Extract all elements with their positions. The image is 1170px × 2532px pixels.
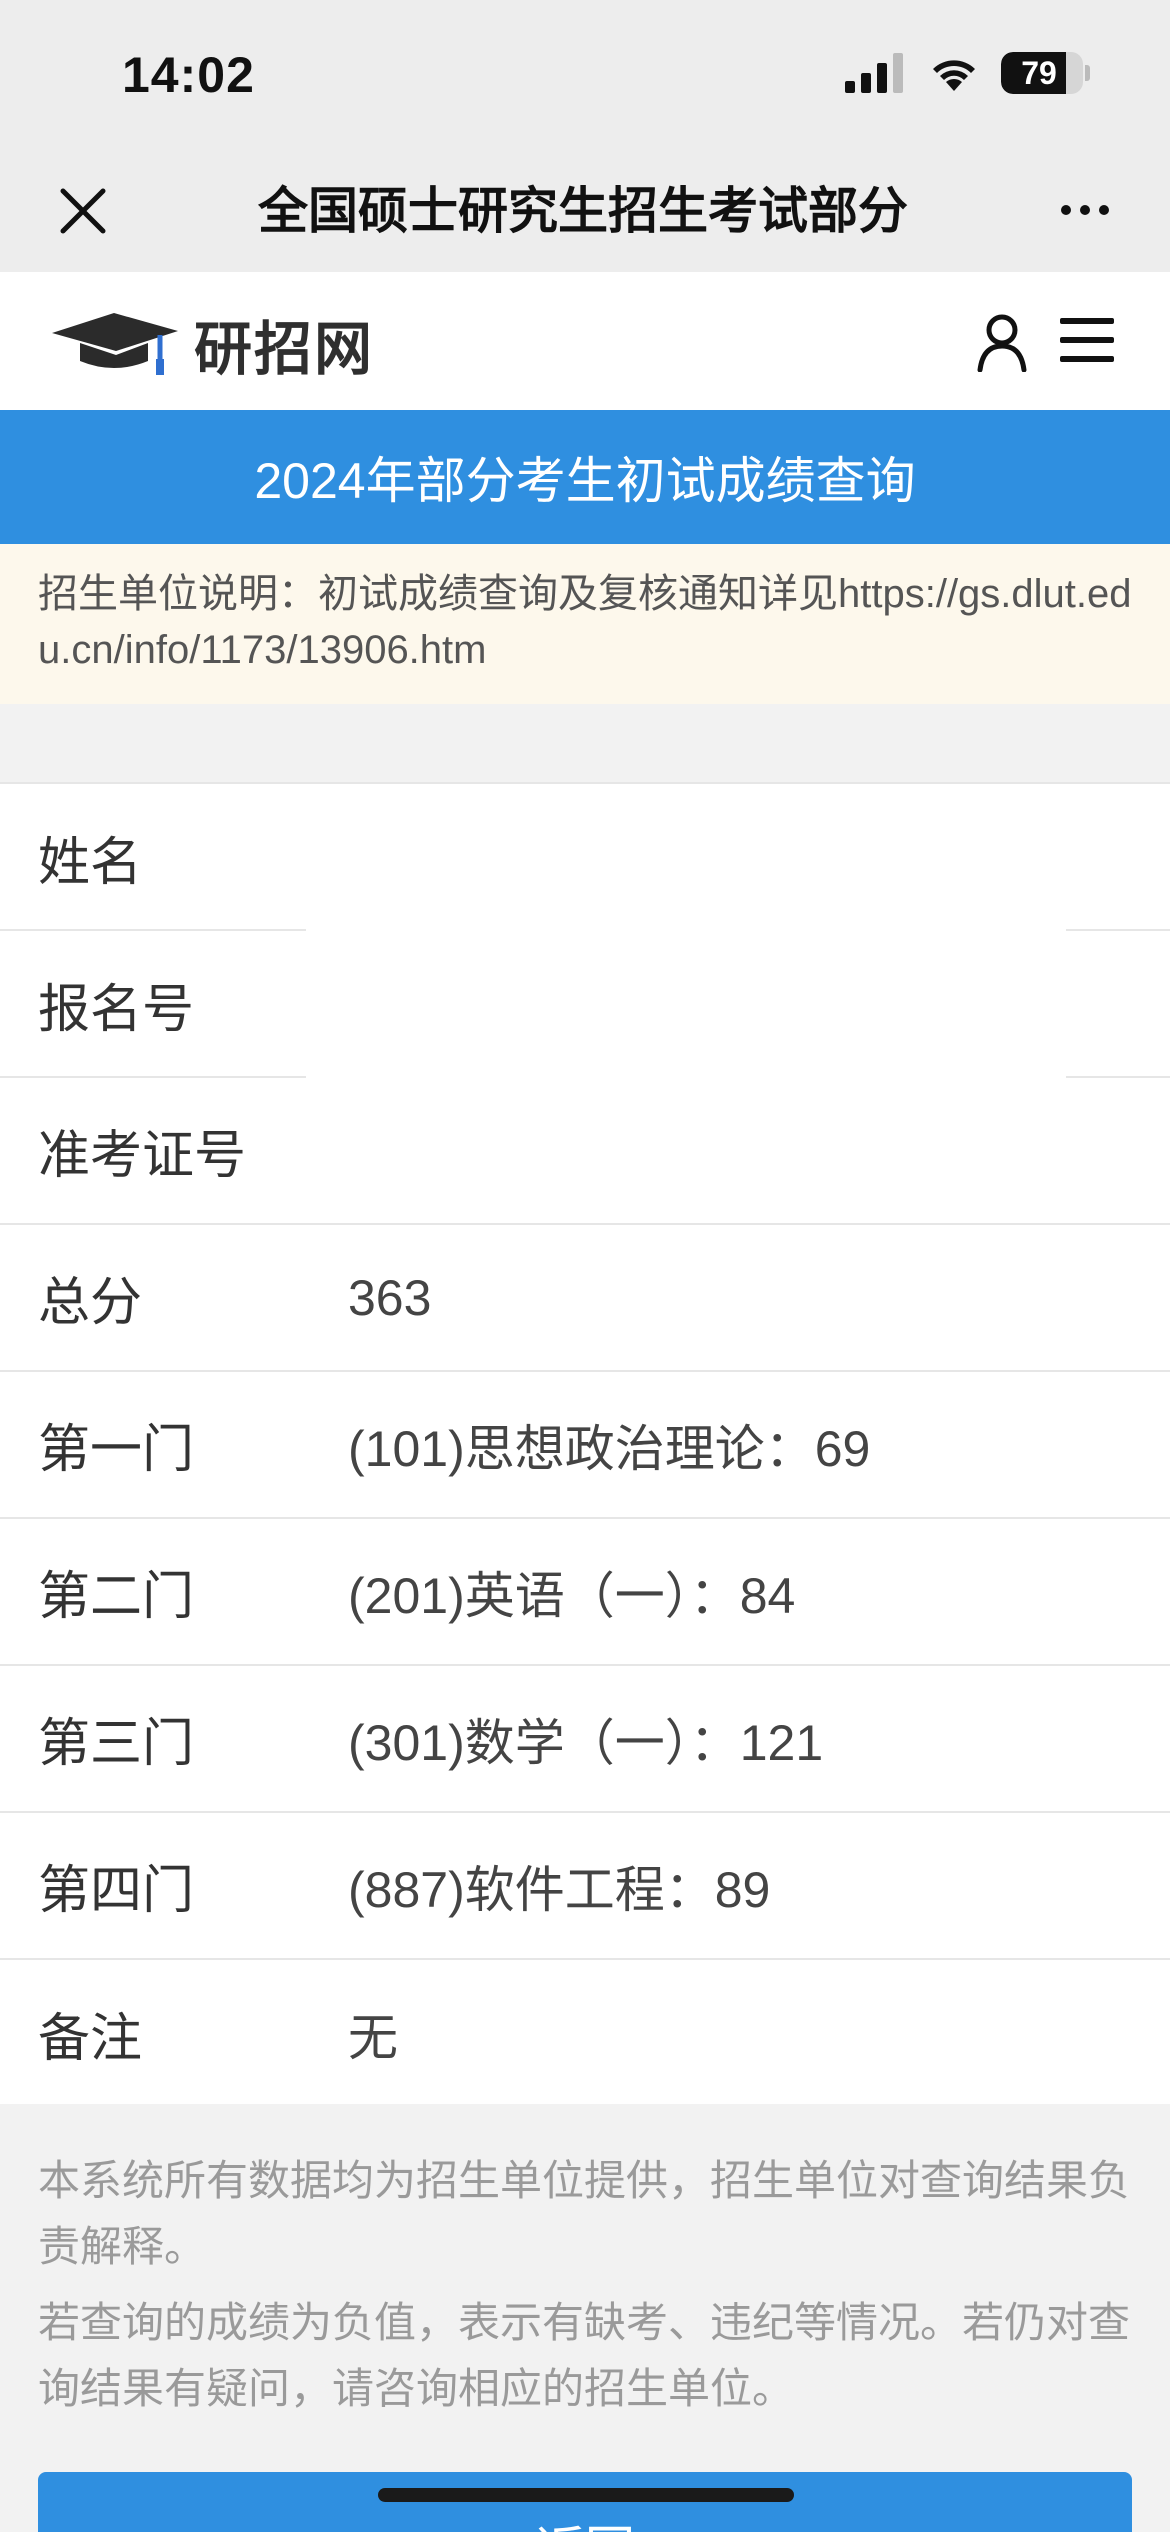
- wifi-icon: [933, 60, 975, 91]
- row-value: 363: [348, 1269, 432, 1326]
- graduation-cap-icon: [52, 313, 178, 375]
- logo-text: 研招网: [194, 315, 375, 383]
- table-row-subject-4: 第四门 (887)软件工程：89: [0, 1813, 1170, 1960]
- close-icon: [60, 188, 106, 234]
- battery-icon: 79: [1001, 52, 1083, 94]
- battery-tip: [1085, 65, 1090, 81]
- banner-title: 2024年部分考生初试成绩查询: [254, 453, 916, 509]
- row-value: (101)思想政治理论：69: [348, 1420, 871, 1477]
- close-button[interactable]: [48, 176, 118, 246]
- back-button[interactable]: 返回: [38, 2472, 1132, 2532]
- row-value: (201)英语（一）：84: [348, 1567, 796, 1624]
- table-row-remarks: 备注 无: [0, 1960, 1170, 2107]
- table-row-total: 总分 363: [0, 1225, 1170, 1372]
- footer-notes: 本系统所有数据均为招生单位提供，招生单位对查询结果负责解释。 若查询的成绩为负值…: [38, 2148, 1138, 2432]
- row-label: 第二门: [38, 1568, 195, 1626]
- row-label: 姓名: [38, 834, 143, 892]
- more-button[interactable]: [1050, 180, 1120, 240]
- home-indicator[interactable]: [378, 2488, 794, 2502]
- query-banner: 2024年部分考生初试成绩查询: [0, 410, 1170, 544]
- footer-note: 若查询的成绩为负值，表示有缺考、违纪等情况。若仍对查询结果有疑问，请咨询相应的招…: [38, 2299, 1131, 2412]
- site-logo[interactable]: 研招网: [50, 302, 374, 386]
- institution-notice: 招生单位说明：初试成绩查询及复核通知详见https://gs.dlut.edu.…: [0, 544, 1170, 704]
- row-label: 总分: [38, 1274, 143, 1332]
- row-value: (301)数学（一）：121: [348, 1714, 824, 1771]
- table-row-name: 姓名: [0, 784, 1170, 931]
- menu-icon[interactable]: [1060, 318, 1114, 362]
- status-time: 14:02: [122, 47, 255, 103]
- row-label: 第三门: [38, 1715, 195, 1773]
- score-table: 姓名 报名号 准考证号 总分 363 第一门 (101)思想政治理论：69 第二…: [0, 782, 1170, 2104]
- table-row-subject-3: 第三门 (301)数学（一）：121: [0, 1666, 1170, 1813]
- row-label: 备注: [38, 2010, 143, 2068]
- status-bar: 14:02 79: [0, 0, 1170, 150]
- row-label: 报名号: [38, 981, 195, 1039]
- page-title: 全国硕士研究生招生考试部分: [258, 183, 908, 239]
- table-row-registration: 报名号: [0, 931, 1170, 1078]
- table-row-subject-2: 第二门 (201)英语（一）：84: [0, 1519, 1170, 1666]
- user-icon[interactable]: [975, 312, 1029, 372]
- signal-icon: [845, 53, 907, 93]
- battery-level: 79: [1021, 54, 1057, 91]
- row-label: 第四门: [38, 1862, 195, 1920]
- site-header: 研招网: [0, 272, 1170, 410]
- footer-note: 本系统所有数据均为招生单位提供，招生单位对查询结果负责解释。: [38, 2157, 1131, 2270]
- row-value: 无: [348, 2009, 398, 2066]
- nav-bar: 全国硕士研究生招生考试部分: [0, 150, 1170, 272]
- status-icons: 79: [845, 52, 1090, 94]
- row-label: 准考证号: [38, 1127, 247, 1185]
- table-row-admission: 准考证号: [0, 1078, 1170, 1225]
- back-button-label: 返回: [535, 2510, 635, 2532]
- row-label: 第一门: [38, 1421, 195, 1479]
- row-value: (887)软件工程：89: [348, 1861, 771, 1918]
- more-icon: [1061, 205, 1071, 215]
- table-row-subject-1: 第一门 (101)思想政治理论：69: [0, 1372, 1170, 1519]
